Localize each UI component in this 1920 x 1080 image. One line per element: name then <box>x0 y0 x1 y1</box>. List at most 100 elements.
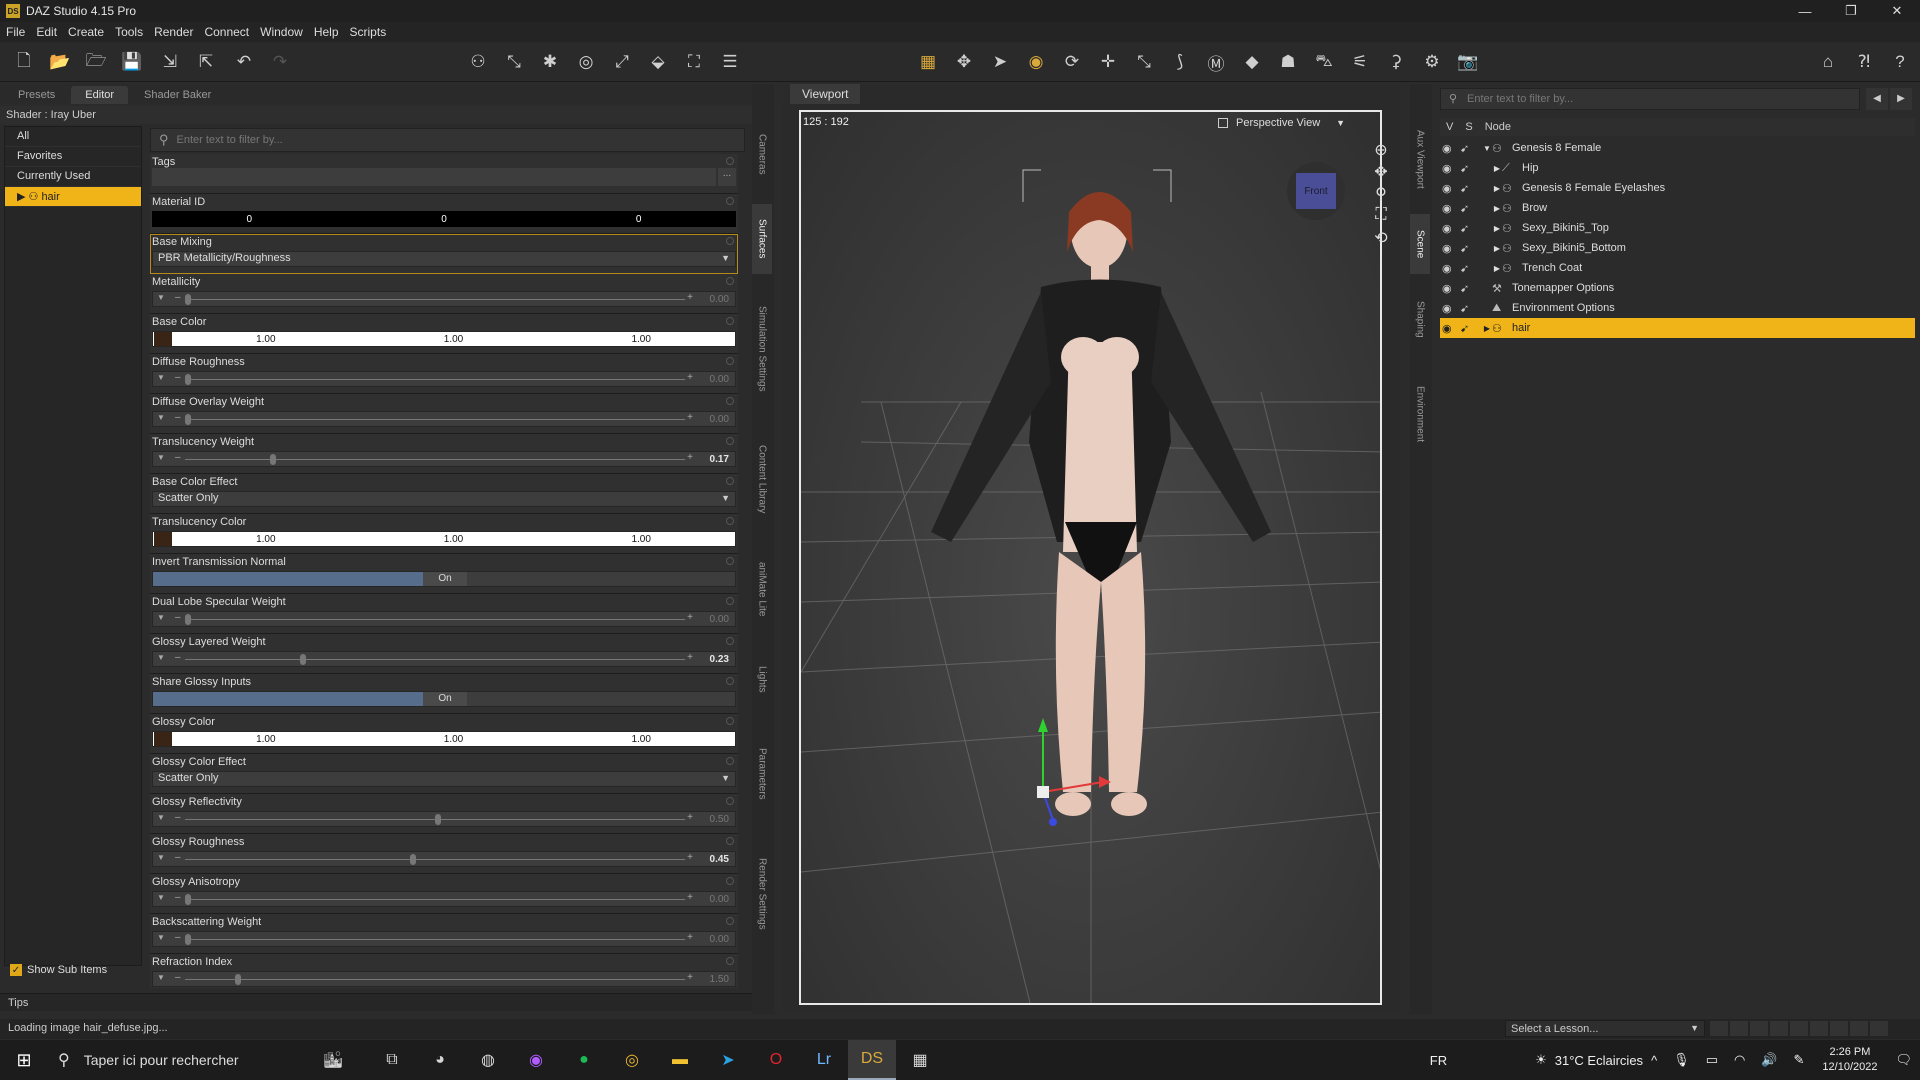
scene-node-row[interactable]: ◉ ➹ ▼ ⚇ Genesis 8 Female <box>1440 138 1915 158</box>
property-toggle[interactable]: On <box>152 691 736 707</box>
select-cursor-icon[interactable]: ➹ <box>1460 202 1474 215</box>
frame-icon[interactable]: ⛶ <box>1375 206 1386 228</box>
camera-tool-icon[interactable]: ⛍ <box>1312 50 1336 74</box>
side-tab-simulation-settings[interactable]: Simulation Settings <box>752 284 772 414</box>
color-channel-value[interactable]: 1.00 <box>360 534 548 545</box>
color-swatch[interactable] <box>154 532 172 546</box>
property-options-icon[interactable] <box>726 637 734 645</box>
color-channel-value[interactable]: 1.00 <box>547 334 735 345</box>
select-cursor-icon[interactable]: ➹ <box>1460 262 1474 275</box>
slider-knob[interactable] <box>235 974 241 985</box>
toggle-fill[interactable] <box>153 692 423 706</box>
merge-file-icon[interactable]: 🗁 <box>84 50 108 74</box>
property-options-icon[interactable] <box>726 797 734 805</box>
chevron-down-icon[interactable]: ▼ <box>157 373 165 382</box>
menu-connect[interactable]: Connect <box>204 25 249 39</box>
expand-arrow-icon[interactable]: ▶ <box>1492 164 1502 173</box>
new-light-icon[interactable]: ✱ <box>538 50 562 74</box>
decrement-icon[interactable]: – <box>175 412 181 423</box>
property-slider[interactable]: ▼ – +0.45 <box>152 851 736 867</box>
view-cube-front[interactable]: Front <box>1296 173 1336 209</box>
file-explorer-icon[interactable]: ▬ <box>656 1040 704 1080</box>
menu-scripts[interactable]: Scripts <box>350 25 387 39</box>
pager-button[interactable] <box>1810 1021 1828 1036</box>
render-tool-icon[interactable]: ◆ <box>1240 50 1264 74</box>
maximize-button[interactable]: ❐ <box>1828 0 1874 22</box>
side-tab-aux-viewport[interactable]: Aux Viewport <box>1410 114 1430 204</box>
category-hair[interactable]: ▶ ⚇ hair <box>5 187 141 207</box>
new-null-icon[interactable]: ⤢ <box>610 50 634 74</box>
tab-viewport[interactable]: Viewport <box>790 84 861 104</box>
material-id-value[interactable]: 0 <box>347 214 542 225</box>
eye-icon[interactable]: ◉ <box>1442 262 1456 275</box>
obs-icon[interactable]: ◍ <box>464 1040 512 1080</box>
select-cursor-icon[interactable]: ➹ <box>1460 242 1474 255</box>
property-dropdown[interactable]: Scatter Only ▼ <box>152 491 736 507</box>
side-tab-shaping[interactable]: Shaping <box>1410 284 1430 354</box>
property-dropdown[interactable]: PBR Metallicity/Roughness ▼ <box>152 251 736 267</box>
color-channel-value[interactable]: 1.00 <box>360 734 548 745</box>
eye-icon[interactable]: ◉ <box>1442 202 1456 215</box>
menu-tools[interactable]: Tools <box>115 25 143 39</box>
slider-value[interactable]: 0.00 <box>710 934 729 945</box>
select-cursor-icon[interactable]: ➹ <box>1460 162 1474 175</box>
property-options-icon[interactable] <box>726 477 734 485</box>
property-slider[interactable]: ▼ – +0.00 <box>152 291 736 307</box>
toggle-state[interactable]: On <box>423 572 467 586</box>
translate-tool-icon[interactable]: ✛ <box>1096 50 1120 74</box>
slider-track[interactable] <box>185 659 685 660</box>
category-all[interactable]: All <box>5 127 141 147</box>
chevron-down-icon[interactable]: ▼ <box>157 853 165 862</box>
calculator-icon[interactable]: ▦ <box>896 1040 944 1080</box>
property-options-icon[interactable] <box>726 837 734 845</box>
slider-knob[interactable] <box>435 814 441 825</box>
joint-editor-icon[interactable]: ⟆ <box>1168 50 1192 74</box>
property-options-icon[interactable] <box>726 317 734 325</box>
node-selection-icon[interactable]: ✥ <box>952 50 976 74</box>
toggle-state[interactable]: On <box>423 692 467 706</box>
side-tab-parameters[interactable]: Parameters <box>752 724 772 824</box>
color-channel-value[interactable]: 1.00 <box>360 334 548 345</box>
color-field[interactable]: 1.00 1.00 1.00 <box>152 331 736 347</box>
property-filter[interactable]: ⚲ Enter text to filter by... <box>150 128 745 152</box>
slider-knob[interactable] <box>185 414 191 425</box>
property-options-icon[interactable] <box>726 517 734 525</box>
tab-presets[interactable]: Presets <box>4 86 69 104</box>
windows-start-icon[interactable]: ⊞ <box>0 1040 48 1080</box>
tab-editor[interactable]: Editor <box>71 86 129 104</box>
pager-button[interactable] <box>1830 1021 1848 1036</box>
slider-knob[interactable] <box>270 454 276 465</box>
scale-tool-icon[interactable]: ⤡ <box>1132 50 1156 74</box>
pen-icon[interactable]: ✎ <box>1794 1052 1805 1068</box>
render-icon[interactable]: 📷 <box>1456 50 1480 74</box>
close-button[interactable]: ✕ <box>1874 0 1920 22</box>
menu-help[interactable]: Help <box>314 25 339 39</box>
scene-node-row[interactable]: ◉ ➹ ▶ ⚇ Brow <box>1440 198 1915 218</box>
menu-file[interactable]: File <box>6 25 25 39</box>
property-slider[interactable]: ▼ – +0.23 <box>152 651 736 667</box>
import-icon[interactable]: ⇲ <box>158 50 182 74</box>
slider-value[interactable]: 0.00 <box>710 294 729 305</box>
property-options-icon[interactable] <box>726 677 734 685</box>
forward-arrow-icon[interactable]: ▶ <box>1890 88 1912 110</box>
menu-window[interactable]: Window <box>260 25 303 39</box>
pager-button[interactable] <box>1770 1021 1788 1036</box>
select-cursor-icon[interactable]: ➹ <box>1460 182 1474 195</box>
side-tab-environment[interactable]: Environment <box>1410 364 1430 464</box>
eye-icon[interactable]: ◉ <box>1442 142 1456 155</box>
increment-icon[interactable]: + <box>687 852 693 863</box>
increment-icon[interactable]: + <box>687 612 693 623</box>
property-slider[interactable]: ▼ – +0.50 <box>152 811 736 827</box>
property-options-icon[interactable] <box>726 717 734 725</box>
scene-node-row[interactable]: ◉ ➹ ⛰ Environment Options <box>1440 298 1915 318</box>
chevron-down-icon[interactable]: ▼ <box>157 893 165 902</box>
render-settings-icon[interactable]: ⚙ <box>1420 50 1444 74</box>
decrement-icon[interactable]: – <box>175 652 181 663</box>
eye-icon[interactable]: ◉ <box>1442 222 1456 235</box>
tab-shader-baker[interactable]: Shader Baker <box>130 86 225 104</box>
color-swatch[interactable] <box>154 332 172 346</box>
slider-knob[interactable] <box>300 654 306 665</box>
whats-this-icon[interactable]: ⁈ <box>1852 50 1876 74</box>
show-sub-items-checkbox[interactable]: ✓ Show Sub Items <box>10 964 107 976</box>
decrement-icon[interactable]: – <box>175 972 181 983</box>
